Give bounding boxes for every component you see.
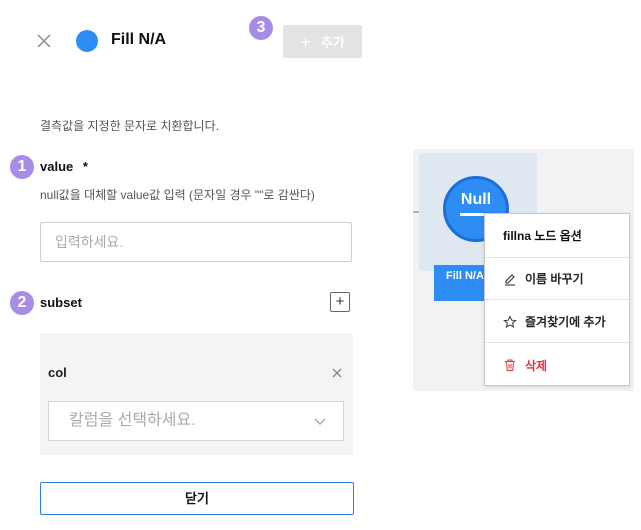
node-text: Null — [460, 191, 492, 208]
menu-item-delete[interactable]: 삭제 — [485, 344, 629, 386]
menu-item-label: 즐겨찾기에 추가 — [525, 315, 606, 329]
required-mark: * — [82, 159, 88, 174]
add-subset-button[interactable]: + — [330, 292, 350, 312]
column-select-placeholder: 칼럼을 선택하세요. — [69, 412, 196, 429]
star-icon — [503, 314, 517, 328]
col-label: col — [48, 365, 67, 380]
value-label: value * — [40, 159, 88, 174]
value-input[interactable]: 입력하세요. — [40, 222, 352, 262]
menu-item-favorite[interactable]: 즐겨찾기에 추가 — [485, 301, 629, 343]
context-menu: fillna 노드 옵션 이름 바꾸기 즐겨찾기에 추가 삭제 — [484, 213, 630, 386]
value-label-text: value — [40, 159, 74, 174]
menu-item-label: 삭제 — [525, 358, 548, 373]
step-badge-2: 2 — [10, 291, 34, 315]
add-button-label: 추가 — [320, 35, 345, 50]
add-button[interactable]: + 추가 — [283, 25, 362, 58]
remove-col-icon[interactable] — [331, 367, 343, 379]
subset-label: subset — [40, 295, 82, 310]
menu-item-label: 이름 바꾸기 — [525, 272, 584, 286]
panel-description: 결측값을 지정한 문자로 치환합니다. — [40, 119, 219, 133]
trash-icon — [505, 359, 515, 371]
column-select[interactable]: 칼럼을 선택하세요. — [48, 401, 344, 441]
pencil-icon — [505, 273, 515, 286]
value-help-text: null값을 대체할 value값 입력 (문자일 경우 ""로 감싼다) — [40, 188, 315, 202]
step-badge-3: 3 — [249, 16, 273, 40]
plus-icon: + — [300, 31, 311, 52]
panel-title: Fill N/A — [111, 31, 167, 48]
close-button[interactable]: 닫기 — [40, 482, 354, 515]
context-menu-header: fillna 노드 옵션 — [485, 214, 629, 258]
close-icon[interactable] — [34, 31, 54, 51]
chevron-down-icon — [314, 418, 326, 425]
node-color-dot — [76, 30, 98, 52]
menu-item-rename[interactable]: 이름 바꾸기 — [485, 258, 629, 300]
step-badge-1: 1 — [10, 155, 34, 179]
